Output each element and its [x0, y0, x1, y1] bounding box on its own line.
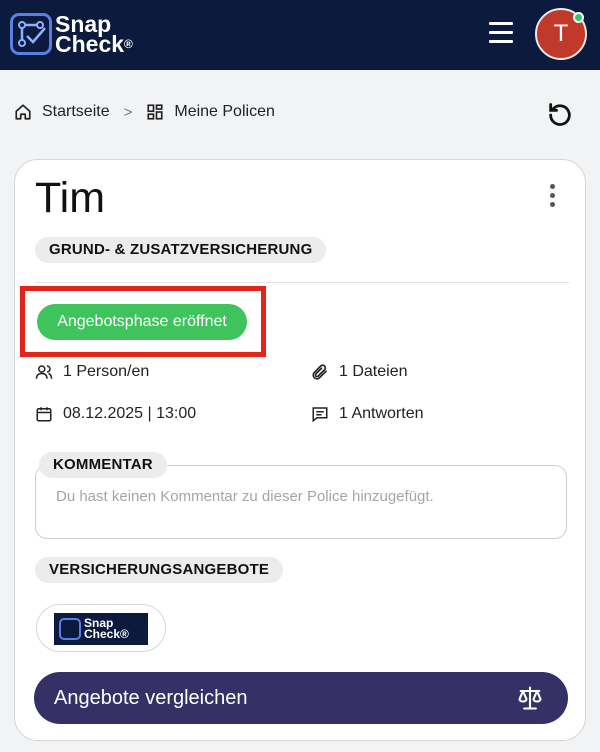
more-vertical-icon[interactable]: [544, 184, 560, 210]
breadcrumb-current[interactable]: Meine Policen: [146, 103, 275, 121]
snapcheck-logo[interactable]: Snap Check®: [10, 13, 133, 57]
persons-info: 1 Person/en: [35, 363, 149, 381]
scales-icon: [518, 686, 542, 710]
comment-label: KOMMENTAR: [39, 452, 167, 478]
policy-category-badge: GRUND- & ZUSATZVERSICHERUNG: [35, 237, 327, 263]
refresh-icon[interactable]: [546, 101, 574, 129]
persons-count: 1 Person/en: [63, 363, 150, 380]
status-badge: Angebotsphase eröffnet: [37, 304, 247, 340]
breadcrumb-current-label: Meine Policen: [174, 103, 275, 120]
logo-icon: [10, 13, 52, 55]
users-icon: [35, 365, 53, 379]
files-info[interactable]: 1 Dateien: [311, 363, 408, 381]
offer-logo-icon: [59, 618, 81, 640]
policy-card: Tim GRUND- & ZUSATZVERSICHERUNG Angebots…: [14, 159, 586, 741]
breadcrumb-home[interactable]: Startseite: [14, 103, 110, 121]
logo-line-2: Check: [55, 31, 125, 57]
answers-info[interactable]: 1 Antworten: [311, 405, 424, 423]
compare-offers-label: Angebote vergleichen: [54, 687, 248, 709]
insurance-offer-card[interactable]: Snap Check®: [36, 604, 166, 652]
logo-wordmark: Snap Check®: [55, 13, 133, 57]
date-info: 08.12.2025 | 13:00: [35, 405, 196, 423]
files-count: 1 Dateien: [339, 363, 408, 380]
top-navbar: Snap Check® T: [0, 0, 600, 70]
hamburger-icon[interactable]: [489, 22, 513, 44]
offer-logo-line-2: Check®: [84, 627, 129, 641]
paperclip-icon: [312, 364, 327, 380]
compare-offers-button[interactable]: Angebote vergleichen: [34, 672, 568, 724]
card-divider: [35, 282, 569, 283]
home-icon: [15, 104, 31, 120]
answers-count: 1 Antworten: [339, 405, 424, 422]
logo-registered: ®: [124, 37, 133, 51]
breadcrumb: Startseite > Meine Policen: [14, 103, 275, 121]
calendar-icon: [36, 407, 52, 422]
grid-icon: [147, 104, 163, 120]
offer-provider-logo: Snap Check®: [54, 613, 148, 645]
breadcrumb-separator: >: [123, 103, 133, 121]
online-status-dot: [573, 12, 584, 23]
comment-placeholder: Du hast keinen Kommentar zu dieser Polic…: [56, 488, 434, 505]
policy-holder-name: Tim: [35, 174, 106, 222]
policy-date: 08.12.2025 | 13:00: [63, 405, 197, 422]
chat-icon: [312, 407, 328, 423]
offers-section-label: VERSICHERUNGSANGEBOTE: [35, 557, 284, 583]
breadcrumb-home-label: Startseite: [42, 103, 110, 120]
